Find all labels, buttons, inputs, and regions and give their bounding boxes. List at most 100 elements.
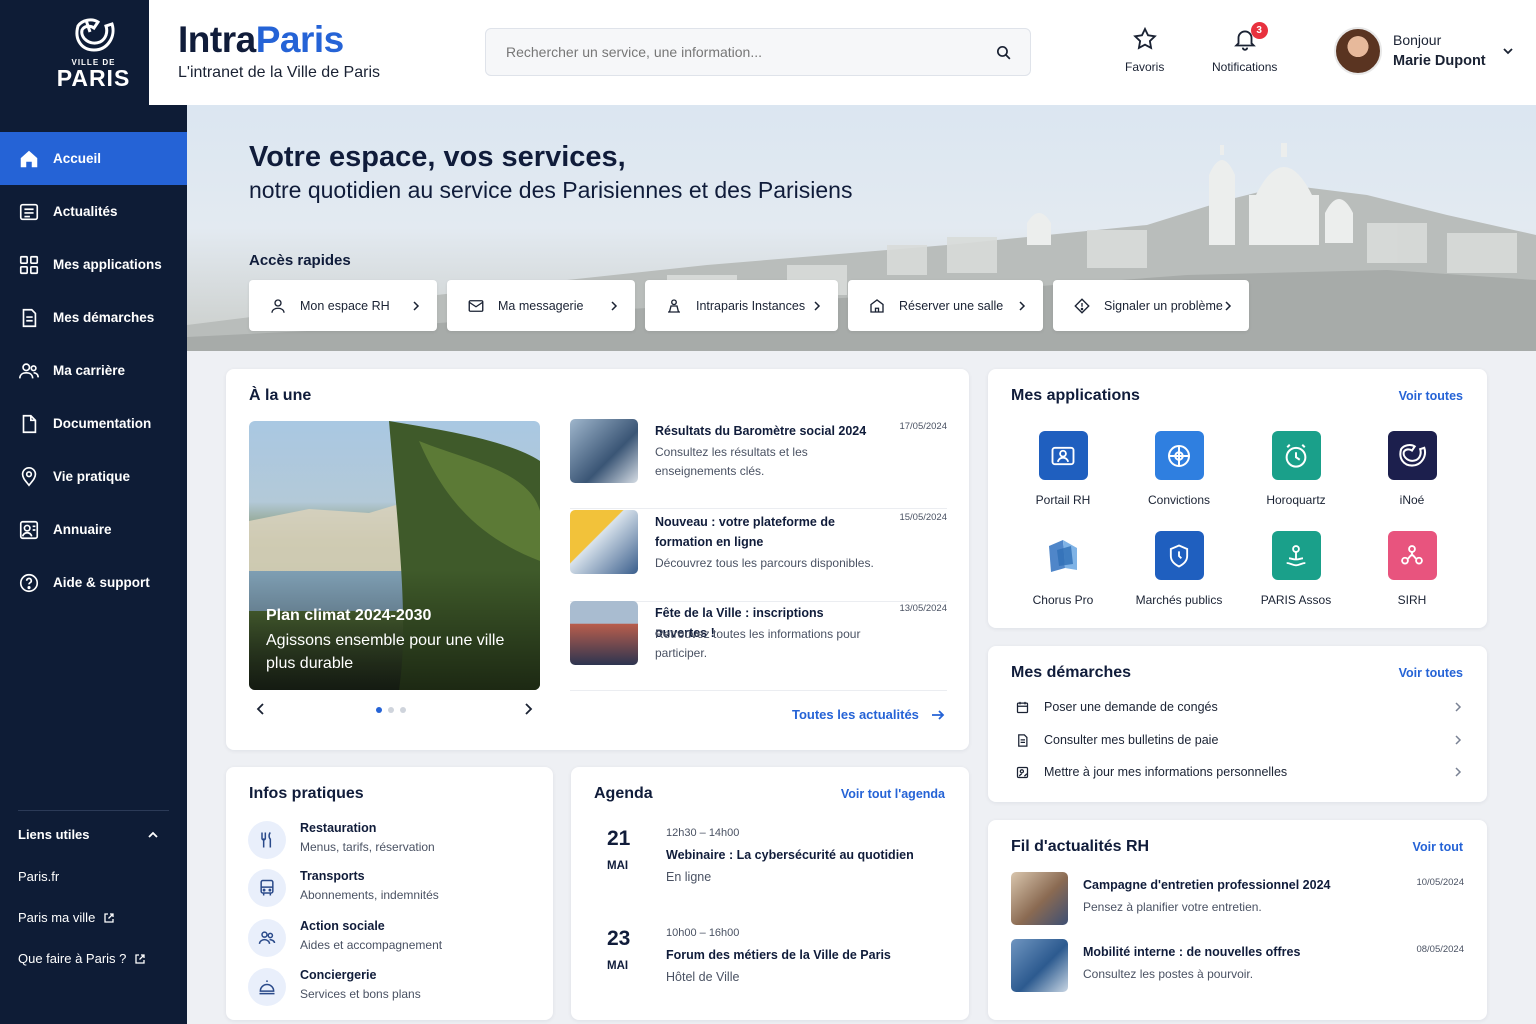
news-item[interactable]: Nouveau : votre plateforme de formation … bbox=[570, 510, 947, 602]
sidebar-item-applications[interactable]: Mes applications bbox=[0, 238, 187, 291]
top-header: IntraParis L'intranet de la Ville de Par… bbox=[149, 0, 1536, 105]
demarche-label: Consulter mes bulletins de paie bbox=[1044, 733, 1219, 747]
favoris-button[interactable]: Favoris bbox=[1125, 26, 1164, 74]
arrow-right-icon bbox=[931, 709, 945, 720]
agenda-event[interactable]: 21 MAI 12h30 – 14h00 Webinaire : La cybe… bbox=[571, 827, 969, 897]
sidebar-item-demarches[interactable]: Mes démarches bbox=[0, 291, 187, 344]
demarches-voir-toutes[interactable]: Voir toutes bbox=[1399, 666, 1463, 680]
link-paris-ma-ville[interactable]: Paris ma ville bbox=[0, 897, 187, 938]
sidebar-item-documentation[interactable]: Documentation bbox=[0, 397, 187, 450]
quick-access-espace-rh[interactable]: Mon espace RH bbox=[249, 280, 437, 331]
sidebar-item-aide[interactable]: Aide & support bbox=[0, 556, 187, 609]
carousel-prev-button[interactable] bbox=[254, 702, 268, 716]
agenda-event[interactable]: 23 MAI 10h00 – 16h00 Forum des métiers d… bbox=[571, 927, 969, 997]
carousel-next-button[interactable] bbox=[521, 702, 535, 716]
chevron-right-icon bbox=[1455, 735, 1462, 745]
user-menu[interactable]: Bonjour Marie Dupont bbox=[1334, 27, 1514, 75]
target-icon bbox=[1154, 431, 1204, 480]
all-news-link[interactable]: Toutes les actualités bbox=[792, 707, 945, 722]
info-conciergerie[interactable]: Conciergerie Services et bons plans bbox=[248, 968, 548, 1013]
fil-actualites-rh-card: Fil d'actualités RH Voir tout Campagne d… bbox=[988, 820, 1487, 1020]
app-inoe[interactable]: iNoé bbox=[1354, 431, 1470, 507]
hero-banner: Votre espace, vos services, notre quotid… bbox=[187, 105, 1536, 351]
demarche-label: Poser une demande de congés bbox=[1044, 700, 1218, 714]
applications-voir-toutes[interactable]: Voir toutes bbox=[1399, 389, 1463, 403]
sidebar-item-label: Mes applications bbox=[53, 257, 162, 272]
hand-heart-icon bbox=[1271, 531, 1321, 580]
demarche-conges[interactable]: Poser une demande de congés bbox=[1015, 691, 1463, 723]
demarche-infos-perso[interactable]: Mettre à jour mes informations personnel… bbox=[1015, 756, 1463, 788]
info-transports[interactable]: Transports Abonnements, indemnités bbox=[248, 869, 548, 914]
carousel-dot-active[interactable] bbox=[376, 707, 382, 713]
link-que-faire[interactable]: Que faire à Paris ? bbox=[0, 938, 187, 979]
quick-access-signaler[interactable]: Signaler un problème bbox=[1053, 280, 1249, 331]
applications-title: Mes applications bbox=[1011, 387, 1140, 404]
event-day: 21 bbox=[607, 827, 631, 850]
app-portail-rh[interactable]: Portail RH bbox=[1005, 431, 1121, 507]
demarche-bulletins[interactable]: Consulter mes bulletins de paie bbox=[1015, 724, 1463, 756]
user-icon bbox=[271, 298, 285, 313]
carousel-dot[interactable] bbox=[400, 707, 406, 713]
external-link-icon bbox=[104, 912, 114, 923]
event-title: Webinaire : La cybersécurité au quotidie… bbox=[666, 848, 914, 862]
notifications-button[interactable]: 3 Notifications bbox=[1212, 22, 1278, 74]
avatar bbox=[1334, 27, 1382, 75]
search-input[interactable] bbox=[506, 44, 995, 60]
quick-access-messagerie[interactable]: Ma messagerie bbox=[447, 280, 635, 331]
notifications-label: Notifications bbox=[1212, 60, 1278, 74]
filrh-voir-tout[interactable]: Voir tout bbox=[1413, 840, 1463, 854]
grid-icon bbox=[19, 255, 39, 274]
chevron-right-icon bbox=[1225, 300, 1232, 311]
app-chorus-pro[interactable]: Chorus Pro bbox=[1005, 531, 1121, 607]
news-desc: Retrouvez toutes les informations pour p… bbox=[655, 627, 861, 660]
agenda-voir-tout[interactable]: Voir tout l'agenda bbox=[841, 787, 945, 801]
sidebar-item-carriere[interactable]: Ma carrière bbox=[0, 344, 187, 397]
app-marches-publics[interactable]: Marchés publics bbox=[1121, 531, 1237, 607]
event-month: MAI bbox=[607, 860, 629, 872]
rh-news-item[interactable]: Mobilité interne : de nouvelles offres C… bbox=[1011, 939, 1464, 999]
file-icon bbox=[22, 414, 37, 433]
agenda-title: Agenda bbox=[594, 785, 653, 802]
chevron-right-icon bbox=[1455, 702, 1462, 712]
quick-access-instances[interactable]: Intraparis Instances bbox=[645, 280, 838, 331]
sidebar-item-annuaire[interactable]: Annuaire bbox=[0, 503, 187, 556]
chevron-right-icon bbox=[814, 300, 821, 311]
filrh-title: Fil d'actualités RH bbox=[1011, 838, 1150, 855]
app-paris-assos[interactable]: PARIS Assos bbox=[1238, 531, 1354, 607]
search-icon[interactable] bbox=[995, 44, 1012, 61]
sidebar-item-accueil[interactable]: Accueil bbox=[0, 132, 187, 185]
sidebar-item-actualites[interactable]: Actualités bbox=[0, 185, 187, 238]
demarche-label: Mettre à jour mes informations personnel… bbox=[1044, 765, 1288, 779]
app-sirh[interactable]: SIRH bbox=[1354, 531, 1470, 607]
featured-article[interactable]: Plan climat 2024-2030 Agissons ensemble … bbox=[249, 421, 540, 690]
liens-utiles-toggle[interactable]: Liens utiles bbox=[0, 811, 187, 856]
quick-access-label: Intraparis Instances bbox=[696, 298, 806, 313]
rh-news-item[interactable]: Campagne d'entretien professionnel 2024 … bbox=[1011, 872, 1464, 932]
cube-icon bbox=[1039, 531, 1088, 580]
brand[interactable]: IntraParis L'intranet de la Ville de Par… bbox=[178, 20, 380, 82]
people-icon bbox=[248, 919, 286, 957]
news-item[interactable]: Résultats du Baromètre social 2024 Consu… bbox=[570, 419, 947, 509]
sidebar-item-label: Annuaire bbox=[53, 522, 112, 537]
app-label: PARIS Assos bbox=[1260, 593, 1332, 607]
sidebar-item-vie-pratique[interactable]: Vie pratique bbox=[0, 450, 187, 503]
app-label: Portail RH bbox=[1035, 493, 1091, 507]
news-title: Nouveau : votre plateforme de formation … bbox=[655, 515, 835, 549]
rh-news-date: 08/05/2024 bbox=[1416, 944, 1464, 955]
quick-access-reserver-salle[interactable]: Réserver une salle bbox=[848, 280, 1043, 331]
app-horoquartz[interactable]: Horoquartz bbox=[1238, 431, 1354, 507]
info-action-sociale[interactable]: Action sociale Aides et accompagnement bbox=[248, 919, 548, 964]
info-restauration[interactable]: Restauration Menus, tarifs, réservation bbox=[248, 821, 548, 866]
sidebar-item-label: Aide & support bbox=[53, 575, 150, 590]
infos-title: Infos pratiques bbox=[249, 785, 364, 802]
news-item[interactable]: Fête de la Ville : inscriptions ouvertes… bbox=[570, 601, 947, 691]
quick-access-title: Accès rapides bbox=[249, 252, 351, 269]
quick-access-label: Réserver une salle bbox=[899, 298, 1004, 313]
sidebar-item-label: Vie pratique bbox=[53, 469, 131, 484]
carousel-dot[interactable] bbox=[388, 707, 394, 713]
app-label: SIRH bbox=[1397, 593, 1427, 607]
app-convictions[interactable]: Convictions bbox=[1121, 431, 1237, 507]
star-icon bbox=[1132, 26, 1157, 50]
link-paris-fr[interactable]: Paris.fr bbox=[0, 856, 187, 897]
hero-subtitle: notre quotidien au service des Parisienn… bbox=[249, 177, 853, 203]
